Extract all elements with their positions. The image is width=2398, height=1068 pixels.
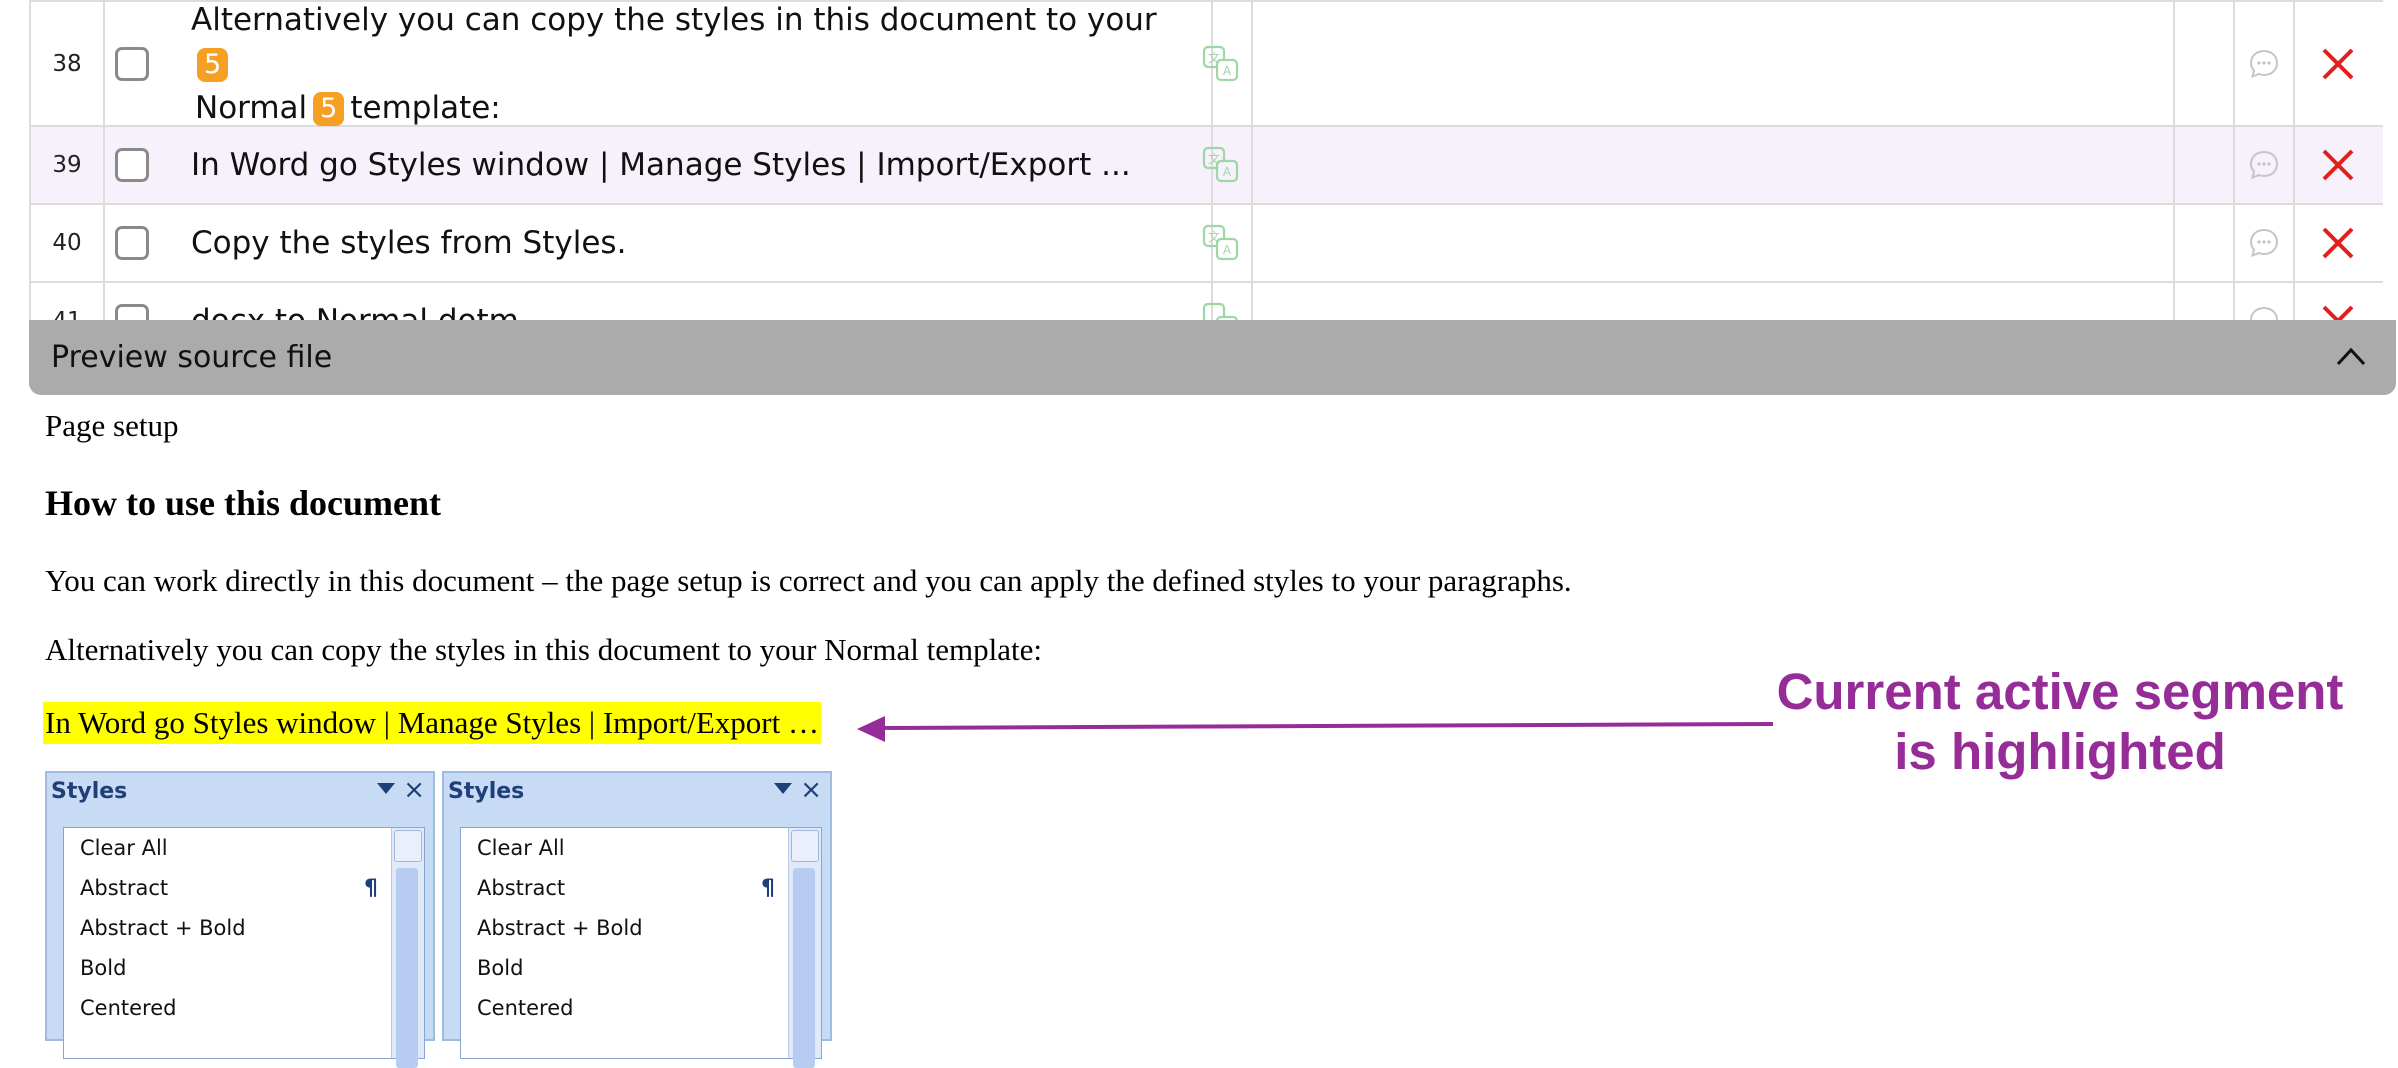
segment-number: 40 — [31, 205, 105, 281]
style-item: Centered — [80, 996, 177, 1020]
active-segment-highlight: In Word go Styles window | Manage Styles… — [43, 702, 821, 744]
svg-text:A: A — [1223, 165, 1232, 179]
doc-paragraph: You can work directly in this document –… — [45, 563, 1572, 598]
paragraph-mark-icon: ¶ — [761, 876, 775, 901]
segment-row-39[interactable]: 39 In Word go Styles window | Manage Sty… — [31, 127, 2383, 205]
target-text[interactable] — [1253, 127, 2175, 203]
chevron-up-icon — [394, 830, 422, 862]
preview-source-toggle[interactable]: Preview source file — [29, 320, 2396, 395]
svg-text:文: 文 — [1208, 50, 1220, 65]
target-text[interactable] — [1253, 2, 2175, 125]
style-item: Abstract + Bold — [477, 916, 643, 940]
source-text[interactable]: Copy the styles from Styles. — [191, 205, 1213, 281]
segment-checkbox[interactable] — [115, 148, 149, 182]
pane-title: Styles — [51, 779, 128, 804]
comment-icon[interactable] — [2248, 305, 2280, 320]
styles-list: Clear All Abstract ¶ Abstract + Bold Bol… — [460, 827, 822, 1068]
style-item: Abstract + Bold — [80, 916, 246, 940]
close-icon: × — [403, 775, 425, 805]
machine-translation-icon[interactable]: 文 A — [1201, 223, 1241, 263]
inline-tag[interactable]: 5 — [197, 48, 229, 82]
machine-translation-icon[interactable]: 文 A — [1201, 145, 1241, 185]
svg-text:A: A — [1223, 243, 1232, 257]
pane-title: Styles — [448, 779, 525, 804]
target-text[interactable] — [1253, 283, 2175, 320]
close-icon: × — [800, 775, 822, 805]
comment-icon[interactable] — [2248, 48, 2280, 80]
segment-number: 39 — [31, 127, 105, 203]
delete-icon[interactable] — [2320, 303, 2356, 320]
dropdown-icon — [774, 783, 792, 794]
annotation-callout: Current active segment is highlighted — [1776, 663, 2344, 780]
segment-number: 41 — [31, 283, 105, 320]
styles-list: Clear All Abstract ¶ Abstract + Bold Bol… — [63, 827, 425, 1068]
chevron-up-icon — [791, 830, 819, 862]
comment-icon[interactable] — [2248, 149, 2280, 181]
status-cell — [2175, 2, 2235, 125]
styles-pane-image: Styles × Clear All Abstract ¶ Abstract +… — [45, 771, 435, 1068]
scrollbar — [788, 828, 821, 1068]
svg-text:文: 文 — [1208, 229, 1220, 244]
style-item: Centered — [477, 996, 574, 1020]
preview-label: Preview source file — [51, 340, 333, 375]
delete-icon[interactable] — [2320, 147, 2356, 183]
style-item: Abstract — [80, 876, 169, 900]
source-text[interactable]: In Word go Styles window | Manage Styles… — [191, 127, 1213, 203]
status-cell — [2175, 283, 2235, 320]
segment-number: 38 — [31, 2, 105, 125]
segment-table: 38 Alternatively you can copy the styles… — [29, 0, 2383, 320]
dropdown-icon — [377, 783, 395, 794]
segment-row-40[interactable]: 40 Copy the styles from Styles. 文 A — [31, 205, 2383, 283]
delete-icon[interactable] — [2320, 225, 2356, 261]
svg-text:文: 文 — [1208, 151, 1220, 166]
segment-row-41[interactable]: 41 docx to Normal.dotm — [31, 283, 2383, 320]
paragraph-mark-icon: ¶ — [364, 876, 378, 901]
style-item: Clear All — [477, 836, 565, 860]
doc-paragraph: Alternatively you can copy the styles in… — [45, 632, 1042, 667]
machine-translation-icon[interactable]: 文 A — [1201, 44, 1241, 84]
status-cell — [2175, 127, 2235, 203]
source-text[interactable]: Alternatively you can copy the styles in… — [191, 2, 1213, 126]
comment-icon[interactable] — [2248, 227, 2280, 259]
doc-page-setup: Page setup — [45, 408, 179, 443]
scrollbar — [391, 828, 424, 1068]
style-item: Clear All — [80, 836, 168, 860]
chevron-up-icon[interactable] — [2334, 342, 2368, 372]
inline-tag[interactable]: 5 — [313, 92, 345, 126]
source-text[interactable]: docx to Normal.dotm — [191, 283, 1213, 320]
svg-text:A: A — [1223, 64, 1232, 78]
machine-translation-icon[interactable] — [1201, 301, 1241, 320]
segment-checkbox[interactable] — [115, 226, 149, 260]
styles-pane-image: Styles × Clear All Abstract ¶ Abstract +… — [442, 771, 832, 1068]
target-text[interactable] — [1253, 205, 2175, 281]
segment-checkbox[interactable] — [115, 304, 149, 320]
segment-row-38[interactable]: 38 Alternatively you can copy the styles… — [31, 0, 2383, 127]
doc-heading: How to use this document — [45, 483, 442, 523]
status-cell — [2175, 205, 2235, 281]
annotation-arrow — [857, 716, 1774, 742]
style-item: Bold — [80, 956, 127, 980]
delete-icon[interactable] — [2320, 46, 2356, 82]
style-item: Abstract — [477, 876, 566, 900]
segment-checkbox[interactable] — [115, 46, 149, 81]
style-item: Bold — [477, 956, 524, 980]
